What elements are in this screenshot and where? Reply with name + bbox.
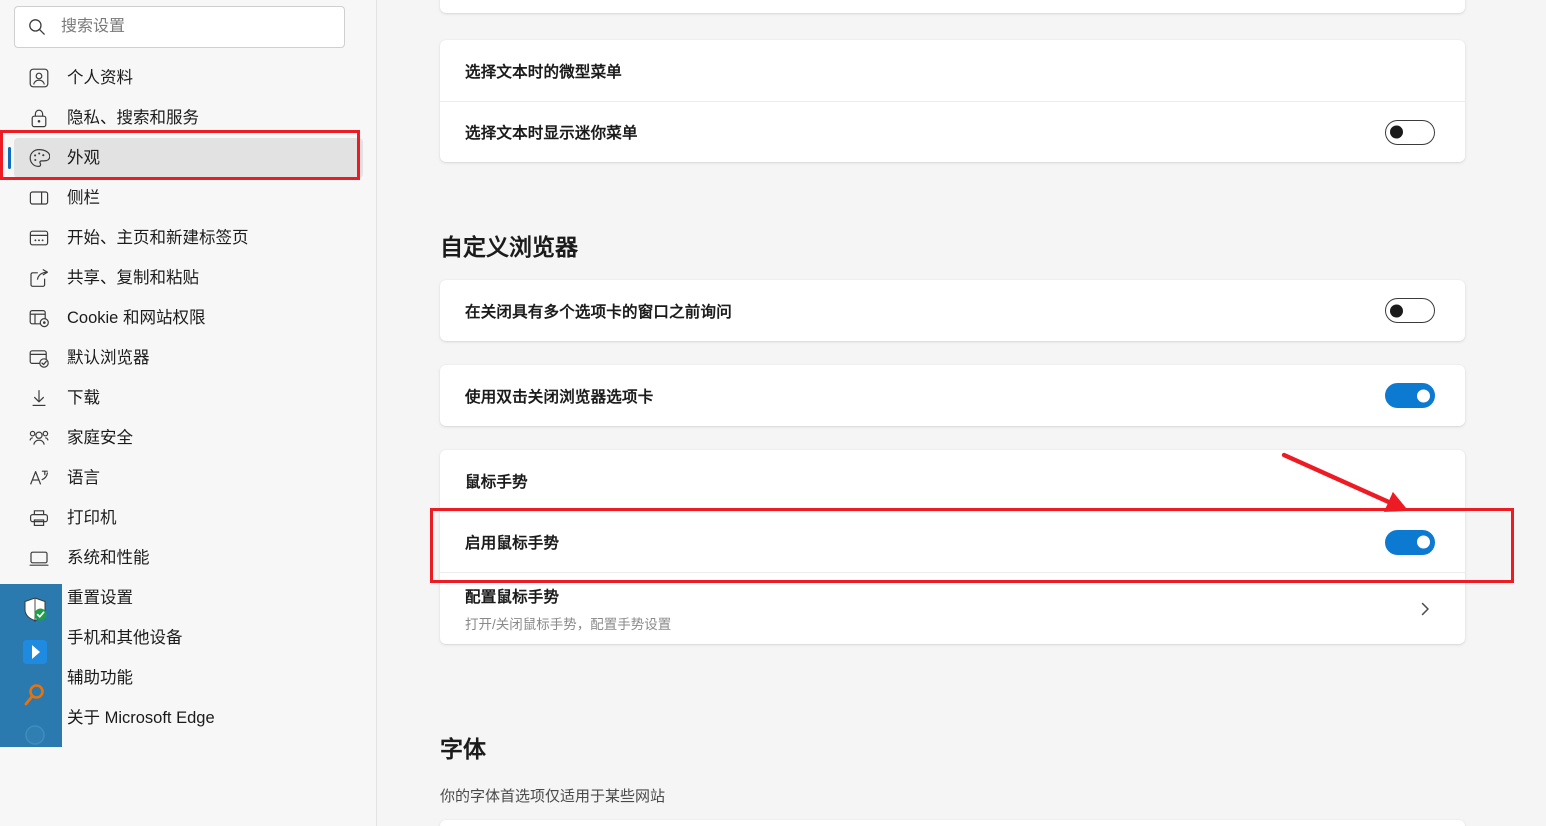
- partial-card-bottom: [440, 820, 1465, 826]
- cookie-settings-icon: [28, 307, 50, 329]
- settings-main-content: 选择文本时的微型菜单 选择文本时显示迷你菜单 自定义浏览器 在关闭具有多个选项卡…: [377, 0, 1546, 826]
- sidebar-item-label: 隐私、搜索和服务: [67, 108, 199, 127]
- sidebar-item-label: 重置设置: [67, 588, 133, 607]
- new-tab-page-icon: [28, 227, 50, 249]
- sidebar-item-11[interactable]: 打印机: [14, 498, 363, 538]
- sidebar-item-12[interactable]: 系统和性能: [14, 538, 363, 578]
- phone-blue-icon[interactable]: [22, 639, 48, 665]
- row-mouse-gestures-header: 鼠标手势: [440, 450, 1465, 511]
- row-show-mini-menu[interactable]: 选择文本时显示迷你菜单: [440, 101, 1465, 162]
- lock-icon: [28, 107, 50, 129]
- printer-icon: [28, 507, 50, 529]
- sidebar-item-label: 开始、主页和新建标签页: [67, 228, 249, 247]
- row-title: 选择文本时显示迷你菜单: [465, 125, 638, 142]
- toggle-show-mini-menu[interactable]: [1385, 119, 1435, 145]
- row-title: 配置鼠标手势: [465, 588, 560, 606]
- row-title: 启用鼠标手势: [465, 535, 560, 552]
- row-title: 使用双击关闭浏览器选项卡: [465, 388, 654, 406]
- sidebar-item-8[interactable]: 下载: [14, 378, 363, 418]
- sidebar-item-1[interactable]: 隐私、搜索和服务: [14, 98, 363, 138]
- row-configure-mouse-gestures[interactable]: 配置鼠标手势 打开/关闭鼠标手势，配置手势设置: [440, 572, 1465, 644]
- sidebar-item-2[interactable]: 外观: [8, 138, 363, 178]
- settings-page: 个人资料隐私、搜索和服务外观侧栏开始、主页和新建标签页共享、复制和粘贴 Cooki…: [0, 0, 1546, 826]
- row-subtitle: 打开/关闭鼠标手势，配置手势设置: [465, 616, 672, 632]
- sidebar-item-label: 家庭安全: [67, 428, 133, 447]
- toggle-enable-mouse-gestures[interactable]: [1385, 529, 1435, 555]
- toggle-knob: [1417, 389, 1430, 402]
- row-double-click-close-tab[interactable]: 使用双击关闭浏览器选项卡: [440, 365, 1465, 426]
- sidebar-item-label: 语言: [67, 468, 100, 487]
- sidebar-item-label: 外观: [67, 148, 100, 167]
- toggle-knob: [1417, 535, 1430, 549]
- sidebar-item-label: Cookie 和网站权限: [67, 308, 206, 327]
- sidebar-item-7[interactable]: 默认浏览器: [14, 338, 363, 378]
- language-icon: [28, 467, 50, 489]
- row-title: 鼠标手势: [465, 473, 528, 491]
- row-enable-mouse-gestures[interactable]: 启用鼠标手势: [440, 511, 1465, 572]
- chevron-right-icon[interactable]: [1415, 599, 1435, 619]
- sidebar-item-6[interactable]: Cookie 和网站权限: [14, 298, 363, 338]
- system-icon: [28, 547, 50, 569]
- sidebar-item-0[interactable]: 个人资料: [14, 58, 363, 98]
- toggle-knob: [1390, 304, 1403, 317]
- search-icon: [29, 19, 45, 35]
- sidebar-item-15[interactable]: 辅助功能: [14, 658, 363, 698]
- sidebar-item-label: 侧栏: [67, 188, 100, 207]
- sidebar-item-5[interactable]: 共享、复制和粘贴: [14, 258, 363, 298]
- sidebar-item-label: 辅助功能: [67, 668, 133, 687]
- row-mini-menu-header: 选择文本时的微型菜单: [440, 40, 1465, 101]
- section-heading-fonts: 字体: [440, 736, 486, 762]
- sidebar-item-label: 共享、复制和粘贴: [67, 268, 199, 287]
- search-settings-box[interactable]: [14, 6, 345, 48]
- taskbar-overlay: [0, 584, 62, 747]
- sidebar-item-14[interactable]: 手机和其他设备: [14, 618, 363, 658]
- palette-icon: [28, 147, 50, 169]
- toggle-knob: [1390, 125, 1403, 139]
- ask-before-closing-card: 在关闭具有多个选项卡的窗口之前询问: [440, 280, 1465, 341]
- sidebar-item-3[interactable]: 侧栏: [14, 178, 363, 218]
- row-ask-before-closing[interactable]: 在关闭具有多个选项卡的窗口之前询问: [440, 280, 1465, 341]
- family-icon: [28, 427, 50, 449]
- mini-menu-card: 选择文本时的微型菜单 选择文本时显示迷你菜单: [440, 40, 1465, 162]
- fonts-description: 你的字体首选项仅适用于某些网站: [440, 788, 666, 805]
- sidebar-panel-icon: [28, 187, 50, 209]
- toggle-ask-before-closing[interactable]: [1385, 298, 1435, 323]
- search-input[interactable]: [61, 7, 332, 47]
- profile-icon: [28, 67, 50, 89]
- sidebar-item-label: 手机和其他设备: [67, 628, 183, 647]
- shield-check-icon[interactable]: [22, 596, 48, 622]
- sidebar-item-label: 系统和性能: [67, 548, 150, 567]
- sidebar-item-label: 个人资料: [67, 68, 133, 87]
- download-icon: [28, 387, 50, 409]
- row-title: 在关闭具有多个选项卡的窗口之前询问: [465, 303, 732, 321]
- sidebar-item-4[interactable]: 开始、主页和新建标签页: [14, 218, 363, 258]
- mouse-gestures-card: 鼠标手势 启用鼠标手势 配置鼠标手势 打开/关闭鼠标手势，配置手势设置: [440, 450, 1465, 644]
- toggle-double-click-close-tab[interactable]: [1385, 383, 1435, 408]
- sidebar-item-13[interactable]: 重置设置: [14, 578, 363, 618]
- row-title: 选择文本时的微型菜单: [465, 63, 623, 81]
- sidebar-item-label: 打印机: [67, 508, 117, 527]
- double-click-close-tab-card: 使用双击关闭浏览器选项卡: [440, 365, 1465, 426]
- sidebar-item-16[interactable]: 关于 Microsoft Edge: [14, 698, 363, 738]
- sidebar-item-9[interactable]: 家庭安全: [14, 418, 363, 458]
- sidebar-item-label: 下载: [67, 388, 100, 407]
- partial-card-top: [440, 0, 1465, 13]
- sidebar-item-label: 关于 Microsoft Edge: [67, 708, 215, 727]
- sphere-icon[interactable]: [22, 722, 48, 747]
- default-browser-icon: [28, 347, 50, 369]
- share-icon: [28, 267, 50, 289]
- sidebar-item-10[interactable]: 语言: [14, 458, 363, 498]
- magnifier-orange-icon[interactable]: [22, 682, 48, 708]
- sidebar-item-label: 默认浏览器: [67, 348, 150, 367]
- section-heading-customize-browser: 自定义浏览器: [440, 234, 578, 260]
